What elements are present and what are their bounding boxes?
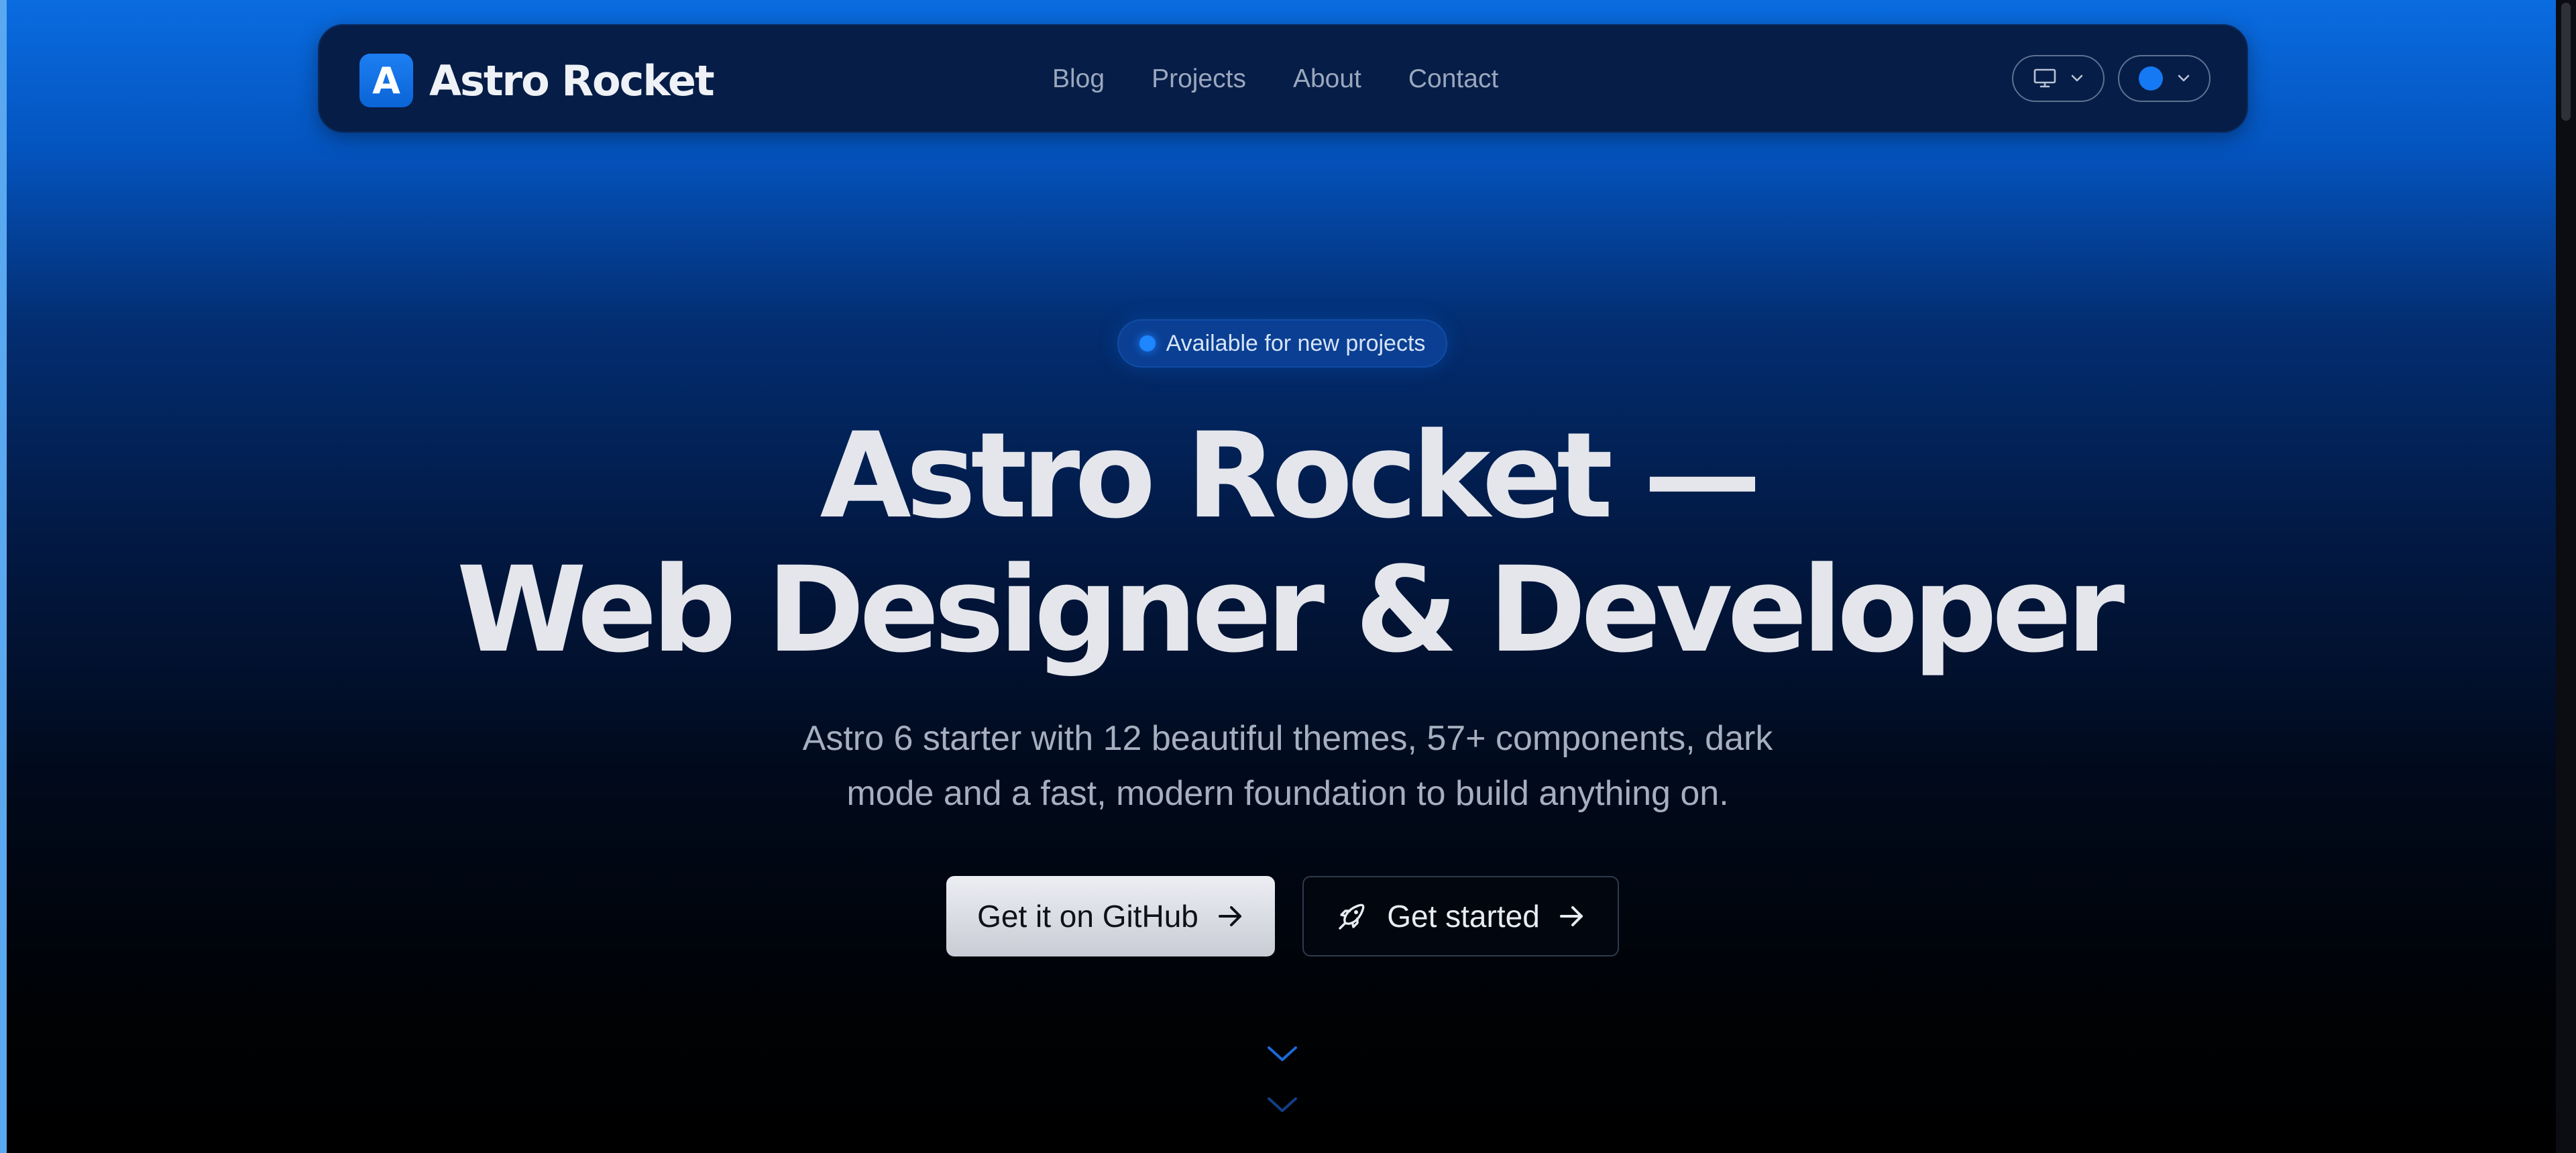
monitor-icon — [2033, 68, 2056, 88]
site-logo[interactable]: A Astro Rocket — [359, 54, 715, 107]
display-mode-toggle[interactable] — [2012, 55, 2105, 102]
color-swatch — [2139, 66, 2163, 91]
hero-subtitle-line-2: mode and a fast, modern foundation to bu… — [846, 774, 1729, 813]
logo-mark: A — [359, 54, 413, 107]
page: A Astro Rocket Blog Projects About Conta… — [0, 0, 2576, 1153]
hero-title: Astro Rocket — Web Designer & Developer — [0, 409, 2576, 677]
hero-subtitle: Astro 6 starter with 12 beautiful themes… — [704, 711, 1871, 821]
main-nav: Blog Projects About Contact — [1052, 64, 1498, 94]
hero-title-line-2: Web Designer & Developer — [456, 541, 2125, 679]
arrow-right-icon — [1218, 906, 1241, 926]
rocket-icon — [1339, 903, 1365, 930]
github-button[interactable]: Get it on GitHub — [946, 876, 1275, 956]
availability-text: Available for new projects — [1166, 330, 1426, 356]
nav-blog[interactable]: Blog — [1052, 64, 1105, 94]
get-started-button[interactable]: Get started — [1302, 876, 1619, 956]
scroll-down-chevron-icon[interactable] — [1266, 1095, 1298, 1115]
theme-color-picker[interactable] — [2118, 55, 2210, 102]
site-header: A Astro Rocket Blog Projects About Conta… — [318, 24, 2248, 133]
arrow-right-icon — [1559, 906, 1583, 926]
nav-about[interactable]: About — [1293, 64, 1361, 94]
availability-badge: Available for new projects — [1117, 319, 1447, 368]
scrollbar-thumb[interactable] — [2561, 3, 2571, 121]
hero-subtitle-line-1: Astro 6 starter with 12 beautiful themes… — [802, 719, 1773, 758]
hero-title-line-1: Astro Rocket — — [820, 407, 1762, 545]
status-dot — [1139, 335, 1156, 351]
scrollbar[interactable] — [2556, 0, 2576, 1153]
chevron-down-icon — [2071, 74, 2083, 82]
scroll-down-chevron-icon[interactable] — [1266, 1044, 1298, 1064]
get-started-label: Get started — [1387, 899, 1540, 934]
chevron-down-icon — [2178, 74, 2190, 82]
nav-contact[interactable]: Contact — [1408, 64, 1498, 94]
nav-projects[interactable]: Projects — [1152, 64, 1246, 94]
brand-name: Astro Rocket — [429, 56, 715, 105]
github-button-label: Get it on GitHub — [977, 899, 1198, 934]
